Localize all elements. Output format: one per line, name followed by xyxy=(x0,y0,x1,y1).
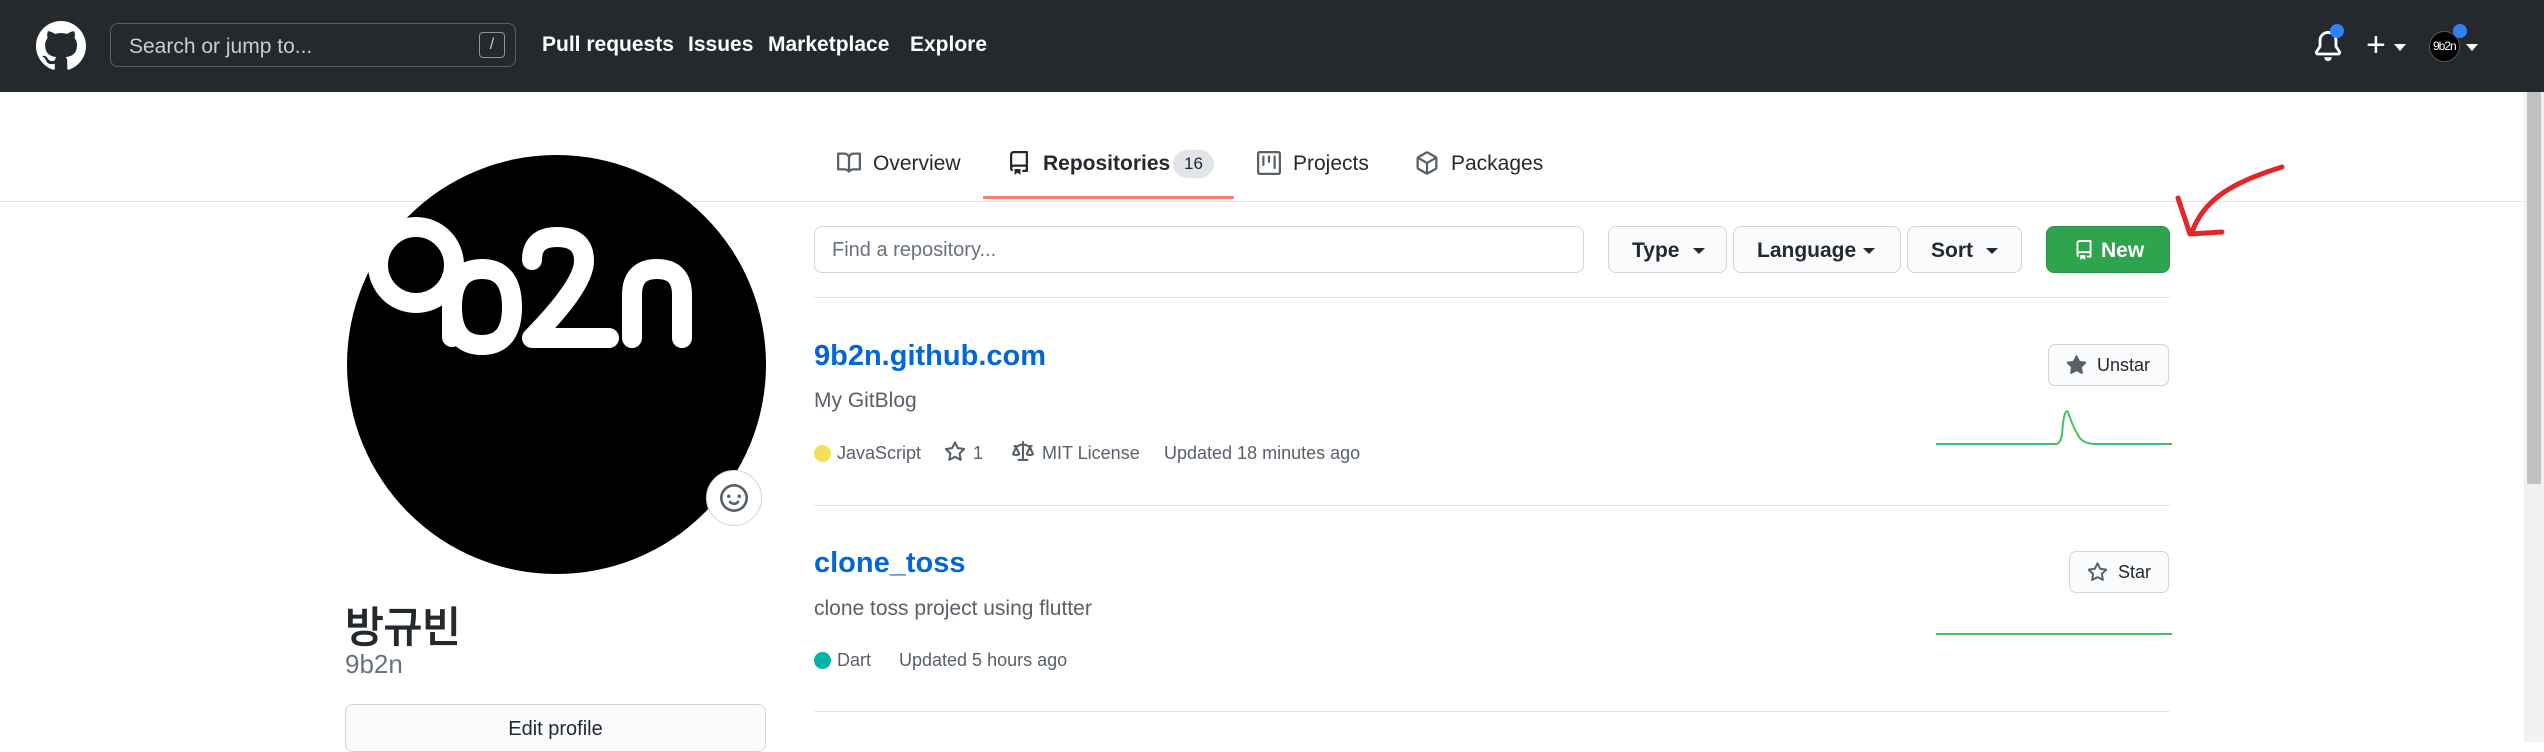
smiley-icon xyxy=(720,484,748,512)
star-filled-icon xyxy=(2066,355,2087,374)
repo-updated: Updated 18 minutes ago xyxy=(1164,443,1361,463)
edit-profile-button[interactable]: Edit profile xyxy=(345,704,766,752)
chevron-down-icon[interactable] xyxy=(2394,44,2406,51)
tab-label: Projects xyxy=(1293,152,1369,175)
repo-icon xyxy=(1010,151,1028,175)
avatar-logo xyxy=(368,217,692,355)
repo-updated: Updated 5 hours ago xyxy=(899,650,1068,670)
repo-name-link[interactable]: 9b2n.github.com xyxy=(814,340,1046,373)
star-icon xyxy=(2087,562,2108,581)
chevron-down-icon xyxy=(1986,248,1998,254)
nav-pull-requests[interactable]: Pull requests xyxy=(542,33,674,57)
notification-indicator xyxy=(2330,24,2344,38)
star-label: Star xyxy=(2118,562,2152,582)
create-new-plus-icon[interactable]: + xyxy=(2366,28,2386,62)
divider xyxy=(814,711,2170,712)
repo-name-link[interactable]: clone_toss xyxy=(814,547,966,580)
scrollbar-thumb[interactable] xyxy=(2527,92,2541,484)
set-status-button[interactable] xyxy=(706,470,762,526)
repo-language: Dart xyxy=(837,650,872,670)
nav-explore[interactable]: Explore xyxy=(910,33,987,57)
project-board-icon xyxy=(1257,151,1281,175)
language-color-dot xyxy=(814,652,831,669)
repo-license: MIT License xyxy=(1042,443,1140,463)
tab-label: Repositories xyxy=(1043,152,1171,175)
profile-avatar[interactable] xyxy=(347,155,766,574)
sort-dropdown[interactable]: Sort xyxy=(1907,226,2022,273)
unstar-button[interactable]: Unstar xyxy=(2048,344,2169,386)
activity-sparkline xyxy=(1936,633,2172,635)
repo-language: JavaScript xyxy=(837,443,922,463)
new-repository-button[interactable]: New xyxy=(2046,226,2170,273)
search-placeholder: Search or jump to... xyxy=(129,35,313,58)
language-filter-label: Language xyxy=(1757,239,1857,262)
repo-description: My GitBlog xyxy=(814,389,917,412)
new-button-label: New xyxy=(2101,239,2145,262)
divider xyxy=(814,297,2170,298)
law-icon xyxy=(1012,441,1034,461)
star-icon[interactable] xyxy=(944,441,966,463)
book-icon xyxy=(837,152,861,173)
tab-label: Overview xyxy=(873,152,961,175)
status-indicator xyxy=(2453,24,2467,38)
top-header: Search or jump to... / Pull requests Iss… xyxy=(0,0,2544,92)
star-button[interactable]: Star xyxy=(2069,551,2169,593)
profile-username: 9b2n xyxy=(345,649,403,679)
type-filter-dropdown[interactable]: Type xyxy=(1608,226,1727,273)
type-filter-label: Type xyxy=(1632,239,1680,262)
annotation-arrow-icon xyxy=(2175,164,2285,237)
search-input[interactable]: Search or jump to... / xyxy=(110,23,516,67)
nav-issues[interactable]: Issues xyxy=(688,33,753,57)
chevron-down-icon xyxy=(1863,248,1875,254)
profile-full-name: 방규빈 xyxy=(345,604,461,651)
unstar-label: Unstar xyxy=(2097,355,2151,375)
avatar-text: 9b2n xyxy=(2433,39,2457,53)
repo-star-count[interactable]: 1 xyxy=(973,443,983,464)
selected-tab-underline xyxy=(983,196,1234,199)
language-filter-dropdown[interactable]: Language xyxy=(1733,226,1901,273)
nav-marketplace[interactable]: Marketplace xyxy=(768,33,889,57)
divider xyxy=(814,505,2170,506)
repo-count-badge: 16 xyxy=(1173,150,1214,178)
package-icon xyxy=(1416,151,1438,175)
repo-description: clone toss project using flutter xyxy=(814,597,1092,620)
repo-icon xyxy=(2076,240,2092,260)
chevron-down-icon xyxy=(1693,248,1705,254)
find-repository-input[interactable]: Find a repository... xyxy=(814,226,1584,273)
github-logo-icon[interactable] xyxy=(36,21,86,71)
shortcut-key-badge: / xyxy=(479,32,505,58)
chevron-down-icon[interactable] xyxy=(2466,44,2478,51)
activity-sparkline xyxy=(1936,410,2172,445)
sort-label: Sort xyxy=(1931,239,1973,262)
language-color-dot xyxy=(814,445,831,462)
tab-label: Packages xyxy=(1451,152,1544,175)
